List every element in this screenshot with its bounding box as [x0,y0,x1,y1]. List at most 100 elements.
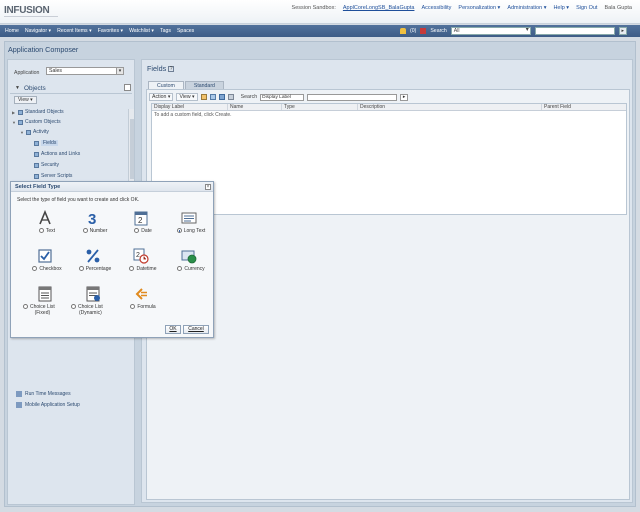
nav-spaces[interactable]: Spaces [177,28,194,34]
column-parent-field[interactable]: Parent Field [542,104,628,110]
personalization-menu[interactable]: Personalization ▾ [458,5,500,11]
field-type-number[interactable]: 3 Number [69,210,119,244]
tree-item-security[interactable]: Security [34,162,59,168]
collapse-icon[interactable]: ▼ [12,120,16,125]
objects-title: Objects [24,85,46,92]
detach-icon[interactable] [227,94,234,100]
formula-icon [135,288,147,300]
tree-item-custom-objects[interactable]: ▼ Custom Objects [12,119,61,125]
field-type-percentage[interactable]: Percentage [69,248,119,282]
global-search-input[interactable] [534,27,615,35]
tree-item-activity[interactable]: ▼ Activity [20,129,49,135]
column-type[interactable]: Type [282,104,358,110]
nav-navigator[interactable]: Navigator ▾ [25,28,51,34]
nav-tags[interactable]: Tags [160,28,171,34]
create-icon[interactable] [200,94,207,100]
radio-long-text[interactable] [176,228,182,234]
field-type-option[interactable]: Choice List (Dynamic) [71,304,123,316]
radio-formula[interactable] [130,304,136,310]
tree-item-actions-and-links[interactable]: Actions and Links [34,151,80,157]
field-type-option[interactable]: Currency [165,266,217,272]
field-type-datetime[interactable]: 2 Datetime [117,248,167,282]
search-scope-select[interactable]: All [450,27,531,35]
sign-out-link[interactable]: Sign Out [576,5,597,11]
tree-item-standard-objects[interactable]: ▶ Standard Objects [12,109,64,115]
flag-icon[interactable] [420,28,427,34]
administration-menu[interactable]: Administration ▾ [507,5,546,11]
field-type-option[interactable]: Long Text [165,228,217,234]
edit-icon[interactable] [209,94,216,100]
notification-count[interactable]: (0) [410,28,416,34]
radio-choice-list-dynamic[interactable] [71,304,76,310]
tree-item-server-scripts[interactable]: Server Scripts [34,173,72,179]
field-type-option[interactable]: Checkbox [21,266,73,272]
nav-recent-items[interactable]: Recent Items ▾ [57,28,92,34]
field-type-option[interactable]: Percentage [69,266,121,272]
column-description[interactable]: Description [358,104,542,110]
field-type-label: Date [141,228,152,234]
field-type-date[interactable]: 2 Date [117,210,167,244]
nav-favorites[interactable]: Favorites ▾ [98,28,123,34]
close-icon[interactable]: × [205,184,211,190]
left-view-menu[interactable]: View ▾ [14,96,37,104]
tree-item-run-time-messages[interactable]: Run Time Messages [16,391,80,397]
field-type-long-text[interactable]: Long Text [165,210,215,244]
accessibility-link[interactable]: Accessibility [421,5,451,11]
tree-item-mobile-application-setup[interactable]: Mobile Application Setup [16,402,80,408]
field-type-label: Checkbox [39,266,62,272]
cancel-button[interactable]: Cancel [183,325,209,334]
field-type-formula[interactable]: Formula [117,286,167,320]
tree-item-label: Actions and Links [41,151,81,157]
nav-watchlist[interactable]: Watchlist ▾ [129,28,154,34]
tree-item-fields[interactable]: Fields [34,140,59,146]
logo-divider [4,16,58,17]
global-search-go-button[interactable]: ▸ [618,27,627,35]
field-type-option[interactable]: Choice List (Fixed) [23,304,75,316]
tree-item-label: Standard Objects [25,109,64,115]
session-sandbox-link[interactable]: ApplCoreLongSB_BalaGupta [343,5,415,11]
scrollbar-thumb[interactable] [130,119,134,179]
duplicate-icon[interactable] [218,94,225,100]
field-type-label: Formula [137,304,156,310]
field-type-choice-list-dynamic[interactable]: Choice List (Dynamic) [69,286,119,320]
field-type-option[interactable]: Number [69,228,121,234]
ok-button[interactable]: OK [165,325,181,334]
column-name[interactable]: Name [228,104,282,110]
radio-number[interactable] [82,228,88,234]
radio-choice-list-fixed[interactable] [23,304,28,310]
field-type-option[interactable]: Text [21,228,73,234]
radio-currency[interactable] [177,266,183,272]
column-display-label[interactable]: Display Label [152,104,228,110]
radio-percentage[interactable] [78,266,84,272]
radio-datetime[interactable] [129,266,135,272]
collapse-icon[interactable]: ▼ [20,130,24,135]
field-type-option[interactable]: Date [117,228,169,234]
help-menu[interactable]: Help ▾ [553,5,569,11]
radio-checkbox[interactable] [32,266,38,272]
search-input[interactable] [307,93,398,101]
field-type-option[interactable]: Formula [117,304,169,310]
field-type-option[interactable]: Datetime [117,266,169,272]
field-type-label: Currency [184,266,205,272]
action-menu[interactable]: Action ▾ [149,93,174,101]
tree-item-label: Server Scripts [41,173,73,179]
help-icon[interactable]: ? [168,65,175,72]
radio-date[interactable] [134,228,140,234]
radio-text[interactable] [38,228,44,234]
search-field-select[interactable]: Display Label [260,93,305,101]
field-type-checkbox[interactable]: Checkbox [21,248,71,282]
field-type-choice-list-fixed[interactable]: Choice List (Fixed) [21,286,71,320]
field-type-text[interactable]: Text [21,210,71,244]
nav-home[interactable]: Home [5,28,19,34]
search-go-button[interactable]: ▸ [400,93,409,101]
collapse-triangle-icon[interactable]: ▼ [15,85,20,91]
tree-item-label: Custom Objects [25,119,61,125]
chevron-down-icon[interactable]: ▾ [116,68,123,74]
expand-icon[interactable]: ▶ [12,110,16,115]
view-menu[interactable]: View ▾ [176,93,198,101]
objects-header: ▼ Objects [10,82,132,94]
bell-icon[interactable] [400,28,406,34]
detach-icon[interactable] [124,84,131,91]
field-type-currency[interactable]: Currency [165,248,215,282]
application-select[interactable]: Sales ▾ [46,67,124,75]
